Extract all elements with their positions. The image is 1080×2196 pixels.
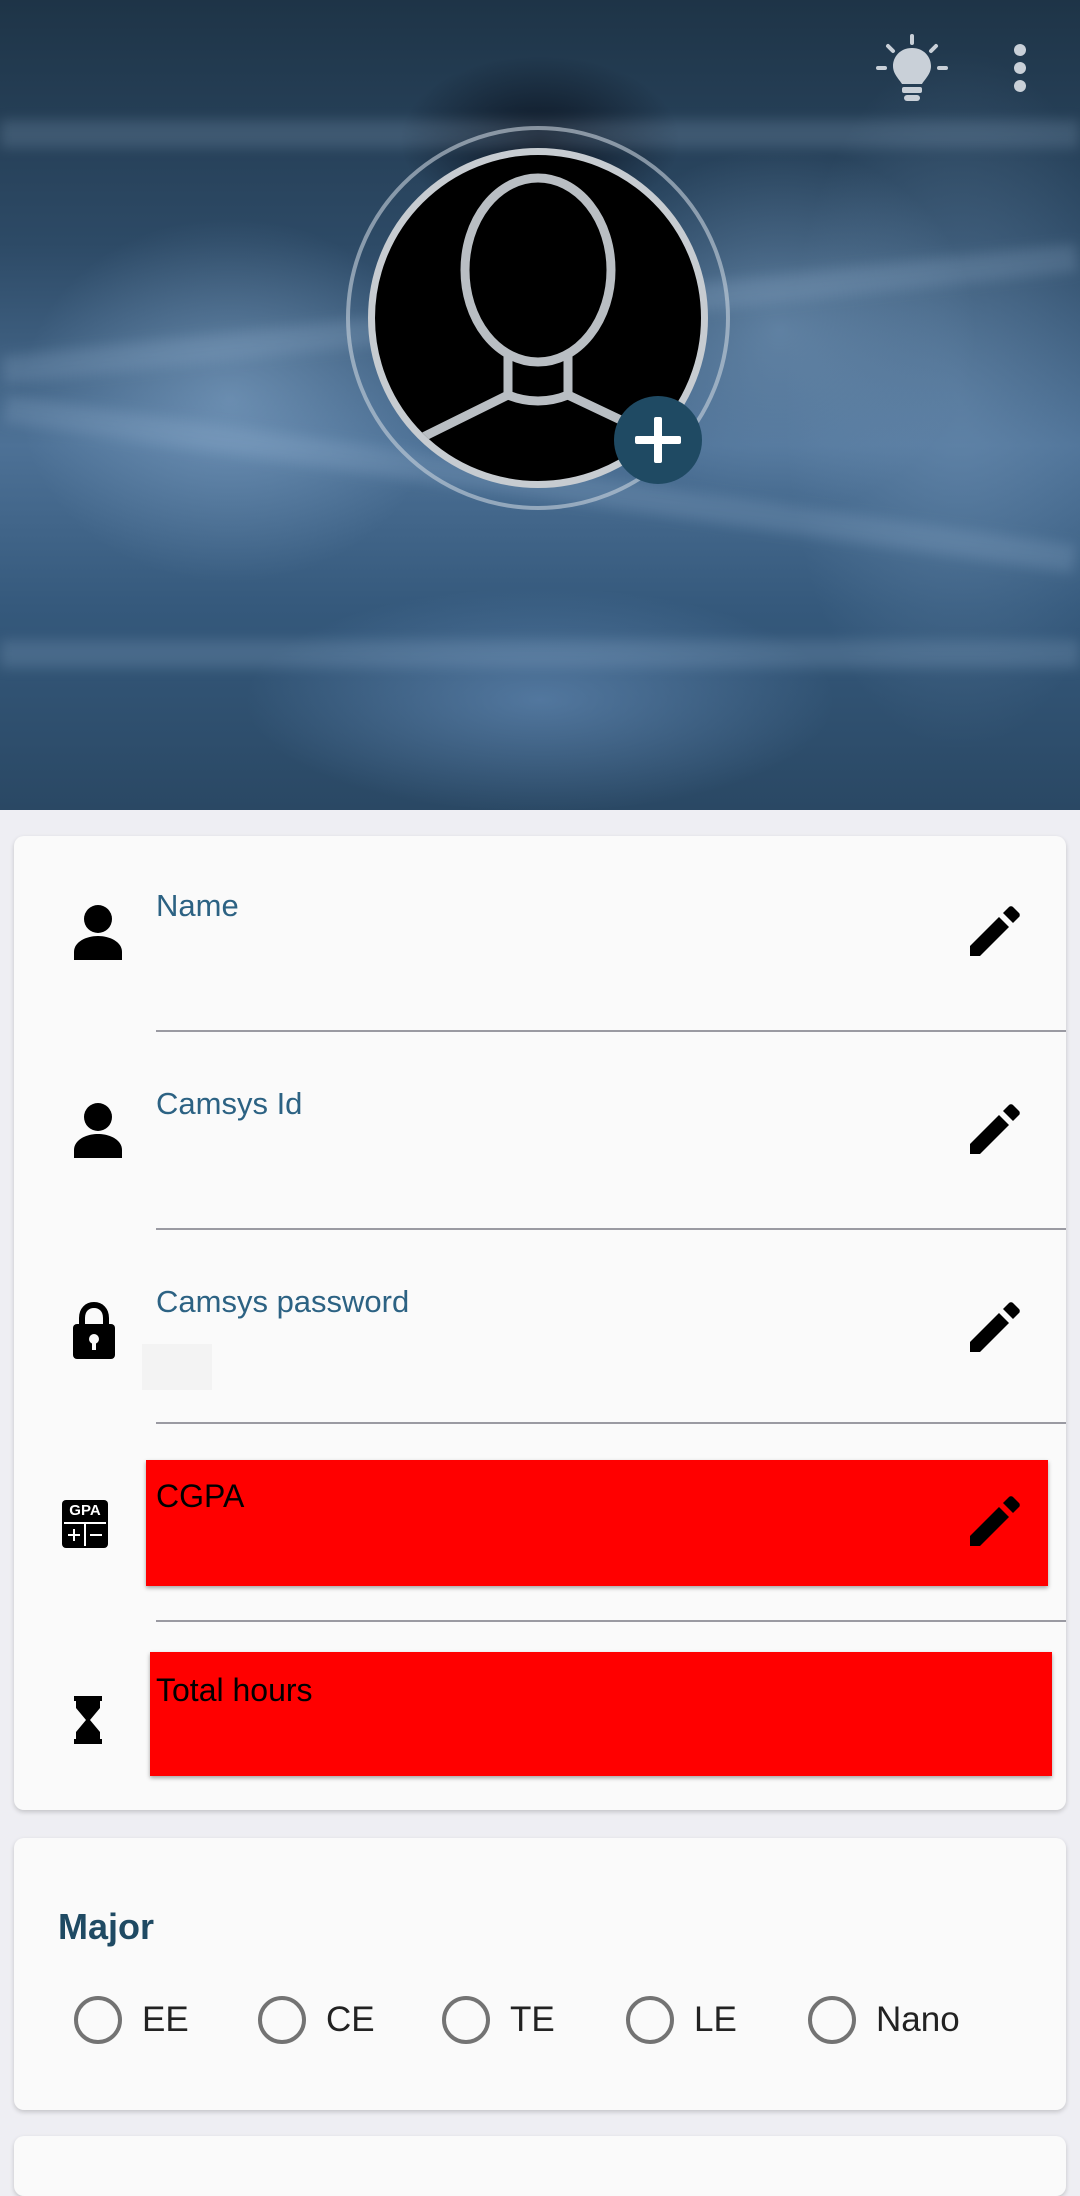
camsys-password-input[interactable] [142,1344,212,1390]
radio-label-ce[interactable]: CE [326,2000,375,2040]
add-photo-button[interactable] [614,396,702,484]
lock-icon [73,1302,115,1359]
radio-label-te[interactable]: TE [510,2000,555,2040]
name-field-underline [156,1030,1066,1032]
radio-label-ee[interactable]: EE [142,2000,189,2040]
camsys-id-field-underline [156,1228,1066,1230]
hourglass-icon [74,1696,102,1744]
radio-ee[interactable] [74,1996,122,2044]
person-icon [74,905,122,960]
profile-header [0,0,1080,810]
next-card [14,2136,1066,2196]
name-field-label: Name [156,888,239,923]
camsys-id-field-label: Camsys Id [156,1086,303,1121]
radio-label-nano[interactable]: Nano [876,2000,960,2040]
cgpa-highlight-box[interactable] [146,1460,1048,1586]
major-title: Major [58,1906,155,1947]
radio-le[interactable] [626,1996,674,2044]
radio-nano[interactable] [808,1996,856,2044]
major-card: Major EE CE TE LE Nano [14,1838,1066,2110]
radio-ce[interactable] [258,1996,306,2044]
more-vert-icon[interactable] [1002,40,1038,100]
camsys-password-field-underline [156,1422,1066,1424]
lightbulb-icon[interactable] [874,32,950,108]
camsys-id-input[interactable] [156,1134,936,1194]
total-hours-field-label: Total hours [156,1672,313,1708]
profile-fields-card: Name Camsys Id Camsys password GPA CGPA … [14,836,1066,1810]
radio-te[interactable] [442,1996,490,2044]
radio-label-le[interactable]: LE [694,2000,737,2040]
edit-camsys-id-icon[interactable] [968,1104,1020,1156]
camsys-password-field-label: Camsys password [156,1284,410,1319]
person-icon [74,1103,122,1158]
cgpa-field-underline [156,1620,1066,1622]
name-input[interactable] [156,936,936,996]
gpa-badge-text: GPA [69,1502,101,1519]
edit-camsys-password-icon[interactable] [968,1302,1020,1354]
edit-name-icon[interactable] [968,906,1020,958]
gpa-calculator-icon: GPA [62,1500,108,1548]
edit-cgpa-icon[interactable] [968,1496,1020,1548]
add-icon [635,417,681,463]
total-hours-highlight-box[interactable] [150,1652,1052,1776]
cgpa-field-label: CGPA [156,1478,245,1514]
